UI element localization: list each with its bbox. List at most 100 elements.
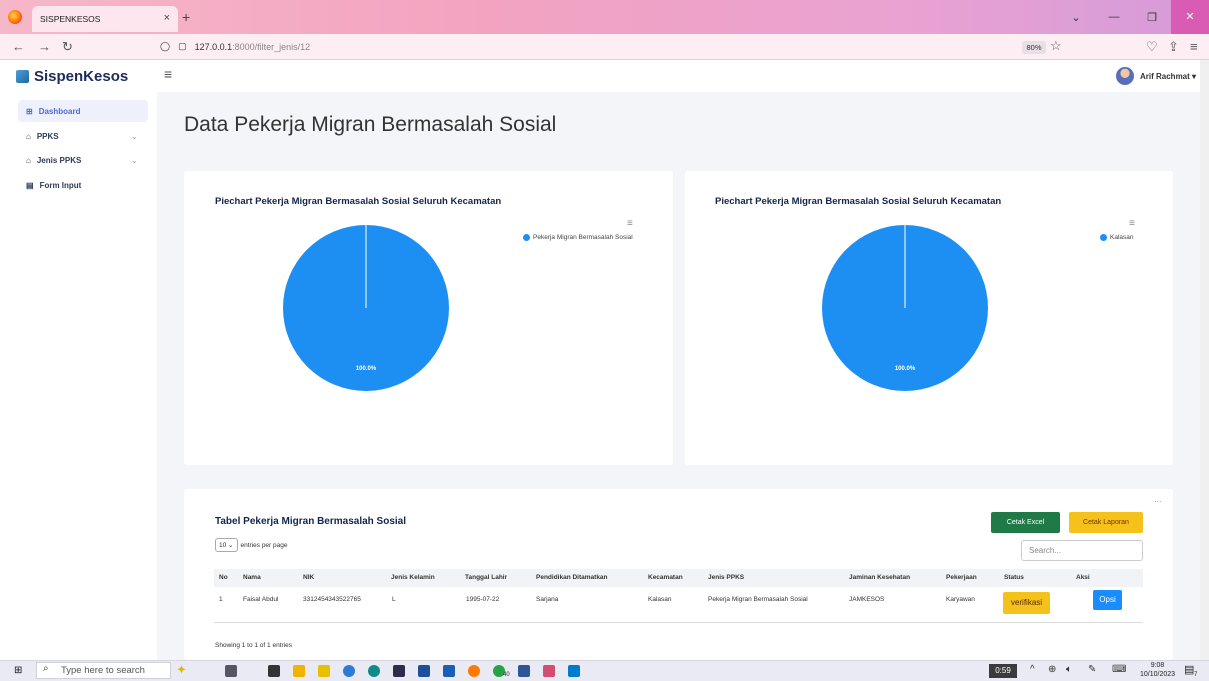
hamburger-menu-icon[interactable]: ≡ [164, 66, 172, 82]
forward-icon[interactable]: → [38, 39, 51, 54]
column-header[interactable]: Nama [243, 574, 261, 581]
entries-value: 10 [219, 542, 227, 549]
timer-widget[interactable]: 0:59 [989, 664, 1017, 678]
shield-icon: ◯ [160, 41, 171, 51]
new-tab-button[interactable]: + [182, 9, 190, 25]
chart-title: Piechart Pekerja Migran Bermasalah Sosia… [215, 196, 502, 207]
chart-menu-icon[interactable]: ≡ [1129, 218, 1135, 229]
column-header[interactable]: Jenis PPKS [708, 574, 744, 581]
brand-icon [16, 70, 29, 83]
search-input[interactable]: Search... [1021, 540, 1143, 561]
store-icon[interactable] [418, 665, 430, 677]
table-header: No Nama NIK Jenis Kelamin Tanggal Lahir … [214, 569, 1143, 587]
app-menu-icon[interactable]: ≡ [1190, 39, 1198, 54]
entries-label: entries per page [240, 541, 288, 549]
chevron-down-icon[interactable]: ⌄ [131, 156, 138, 165]
column-header[interactable]: No [219, 574, 228, 581]
column-header[interactable]: Jenis Kelamin [391, 574, 435, 581]
chart-legend-item[interactable]: Pekerja Migran Bermasalah Sosial [523, 234, 633, 241]
column-header[interactable]: NIK [303, 574, 314, 581]
verify-button[interactable]: verifikasi [1003, 592, 1050, 614]
chart-menu-icon[interactable]: ≡ [627, 218, 633, 229]
legend-dot-icon [1100, 234, 1107, 241]
mail-icon[interactable] [443, 665, 455, 677]
form-icon: ▤ [26, 181, 34, 190]
firefox-taskbar-icon[interactable] [468, 665, 480, 677]
app-icon[interactable] [393, 665, 405, 677]
extensions-icon[interactable]: ⇪ [1168, 39, 1179, 55]
column-header[interactable]: Aksi [1076, 574, 1090, 581]
column-header[interactable]: Pendidikan Ditamatkan [536, 574, 608, 581]
pen-icon[interactable]: ✎ [1088, 664, 1096, 675]
bookmark-star-icon[interactable]: ☆ [1050, 38, 1062, 54]
tray-chevron-icon[interactable]: ^ [1030, 664, 1035, 675]
page-scrollbar[interactable] [1200, 60, 1209, 660]
tab-close-icon[interactable]: × [164, 12, 170, 24]
legend-dot-icon [523, 234, 530, 241]
taskbar-search-input[interactable]: Type here to search [36, 662, 171, 679]
task-view-icon[interactable] [225, 665, 237, 677]
column-header[interactable]: Pekerjaan [946, 574, 977, 581]
app-icon-2[interactable] [543, 665, 555, 677]
user-menu[interactable]: Arif Rachmat ▾ [1116, 67, 1196, 85]
cell-kecamatan: Kalasan [648, 596, 672, 603]
chart-title: Piechart Pekerja Migran Bermasalah Sosia… [715, 196, 1002, 207]
cell-tanggal-lahir: 1995-07-22 [466, 596, 500, 603]
edge-icon[interactable] [368, 665, 380, 677]
pie-chart: 100.0% [283, 225, 449, 391]
entries-select[interactable]: 10 ⌄ [215, 538, 238, 552]
card-more-icon[interactable]: ... [1154, 494, 1162, 504]
badge-count: 40 [503, 672, 510, 678]
column-header[interactable]: Status [1004, 574, 1024, 581]
cell-pekerjaan: Karyawan [946, 596, 975, 603]
column-header[interactable]: Tanggal Lahir [465, 574, 507, 581]
sidebar-item-dashboard[interactable]: ⊞ Dashboard [18, 100, 148, 122]
sidebar-item-jenis-ppks[interactable]: ⌂ Jenis PPKS [26, 156, 81, 165]
divider [214, 622, 1143, 623]
brand-logo[interactable]: SispenKesos [16, 68, 128, 85]
pocket-icon[interactable]: ♡ [1146, 39, 1158, 55]
list-tabs-icon[interactable]: ⌄ [1057, 11, 1095, 24]
cell-jenis-kelamin: L [392, 596, 396, 603]
vscode-icon[interactable] [568, 665, 580, 677]
brand-name: SispenKesos [34, 68, 129, 85]
chart-card-1: Piechart Pekerja Migran Bermasalah Sosia… [184, 171, 673, 465]
file-explorer-icon[interactable] [293, 665, 305, 677]
zoom-level[interactable]: 80% [1022, 41, 1046, 54]
terminal-icon[interactable] [268, 665, 280, 677]
chart-legend-item[interactable]: Kalasan [1100, 234, 1134, 241]
user-name: Arif Rachmat ▾ [1140, 71, 1197, 81]
reload-icon[interactable]: ↻ [62, 39, 73, 55]
sidebar-item-ppks[interactable]: ⌂ PPKS [26, 132, 59, 141]
restore-icon[interactable]: ❐ [1133, 11, 1171, 24]
word-icon[interactable] [518, 665, 530, 677]
back-icon[interactable]: ← [12, 39, 25, 54]
volume-icon[interactable]: 🔈︎ [1066, 664, 1072, 675]
column-header[interactable]: Kecamatan [648, 574, 683, 581]
legend-label: Kalasan [1110, 234, 1134, 241]
column-header[interactable]: Jaminan Kesehatan [849, 574, 910, 581]
chevron-down-icon[interactable]: ⌄ [131, 132, 138, 141]
keyboard-icon[interactable]: ⌨ [1112, 664, 1126, 675]
options-button[interactable]: Opsi [1093, 590, 1122, 610]
print-excel-button[interactable]: Cetak Excel [991, 512, 1060, 533]
copilot-icon[interactable]: ✦ [176, 662, 187, 678]
sidebar [0, 92, 157, 660]
network-icon[interactable]: ⊕ [1048, 664, 1056, 675]
folder-icon[interactable] [318, 665, 330, 677]
chrome-icon[interactable] [343, 665, 355, 677]
firefox-icon [8, 10, 22, 24]
minimize-icon[interactable]: — [1095, 11, 1133, 23]
cell-nik: 3312454343522765 [303, 596, 361, 603]
building-icon: ⌂ [26, 156, 31, 165]
browser-tab[interactable]: SISPENKESOS × [32, 6, 178, 32]
app-header [0, 60, 1200, 92]
print-report-button[interactable]: Cetak Laporan [1069, 512, 1143, 533]
address-bar[interactable]: ◯ ▢ 127.0.0.1:8000/filter_jenis/12 [160, 41, 310, 52]
windows-start-icon[interactable]: ⊞ [14, 665, 22, 676]
close-window-icon[interactable]: ✕ [1171, 0, 1209, 34]
notification-icon[interactable]: ▤ [1184, 663, 1194, 676]
taskbar-clock[interactable]: 9:08 10/10/2023 [1140, 661, 1175, 679]
building-icon: ⌂ [26, 132, 31, 141]
sidebar-item-form-input[interactable]: ▤ Form Input [26, 181, 81, 190]
